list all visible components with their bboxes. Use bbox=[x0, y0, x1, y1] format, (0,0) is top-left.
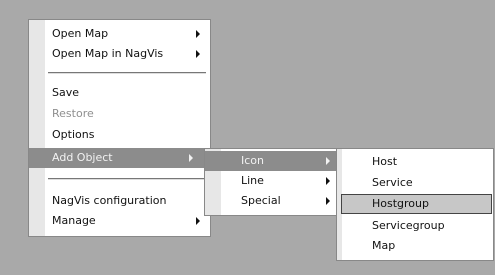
submenu-item-map[interactable]: Map bbox=[337, 236, 493, 256]
menu-item-manage[interactable]: Manage bbox=[29, 211, 210, 231]
submenu-item-service[interactable]: Service bbox=[337, 173, 493, 193]
submenu-arrow-icon bbox=[326, 197, 330, 205]
menu-item-open-map[interactable]: Open Map bbox=[29, 24, 210, 44]
menu-item-restore: Restore bbox=[52, 107, 94, 120]
submenu-arrow-icon bbox=[326, 157, 330, 165]
submenu-item-line[interactable]: Line bbox=[205, 171, 339, 191]
menu-separator bbox=[48, 72, 206, 74]
submenu-item-icon[interactable]: Icon bbox=[205, 151, 339, 171]
submenu-arrow-icon bbox=[196, 30, 200, 38]
submenu-arrow-icon bbox=[326, 177, 330, 185]
submenu-item-host[interactable]: Host bbox=[337, 152, 493, 172]
icon-submenu: Host Service Hostgroup Servicegroup Map bbox=[336, 148, 494, 261]
submenu-arrow-icon bbox=[196, 50, 200, 58]
menu-item-save[interactable]: Save bbox=[29, 83, 210, 103]
context-menu: Open Map Open Map in NagVis Save Restore… bbox=[28, 19, 211, 237]
menu-item-open-map-in-nagvis[interactable]: Open Map in NagVis bbox=[29, 44, 210, 64]
submenu-item-special[interactable]: Special bbox=[205, 191, 339, 211]
menu-item-options[interactable]: Options bbox=[29, 125, 210, 145]
canvas-background: { "menu_main": { "items": [ {"label": "O… bbox=[0, 0, 495, 275]
submenu-item-hostgroup[interactable]: Hostgroup bbox=[341, 194, 492, 214]
submenu-arrow-icon bbox=[189, 154, 193, 162]
add-object-submenu: Icon Line Special bbox=[204, 148, 340, 216]
submenu-item-servicegroup[interactable]: Servicegroup bbox=[337, 216, 493, 236]
submenu-arrow-icon bbox=[196, 217, 200, 225]
menu-item-nagvis-configuration[interactable]: NagVis configuration bbox=[29, 191, 210, 211]
menu-item-add-object[interactable]: Add Object bbox=[29, 148, 210, 168]
menu-separator bbox=[48, 178, 206, 180]
